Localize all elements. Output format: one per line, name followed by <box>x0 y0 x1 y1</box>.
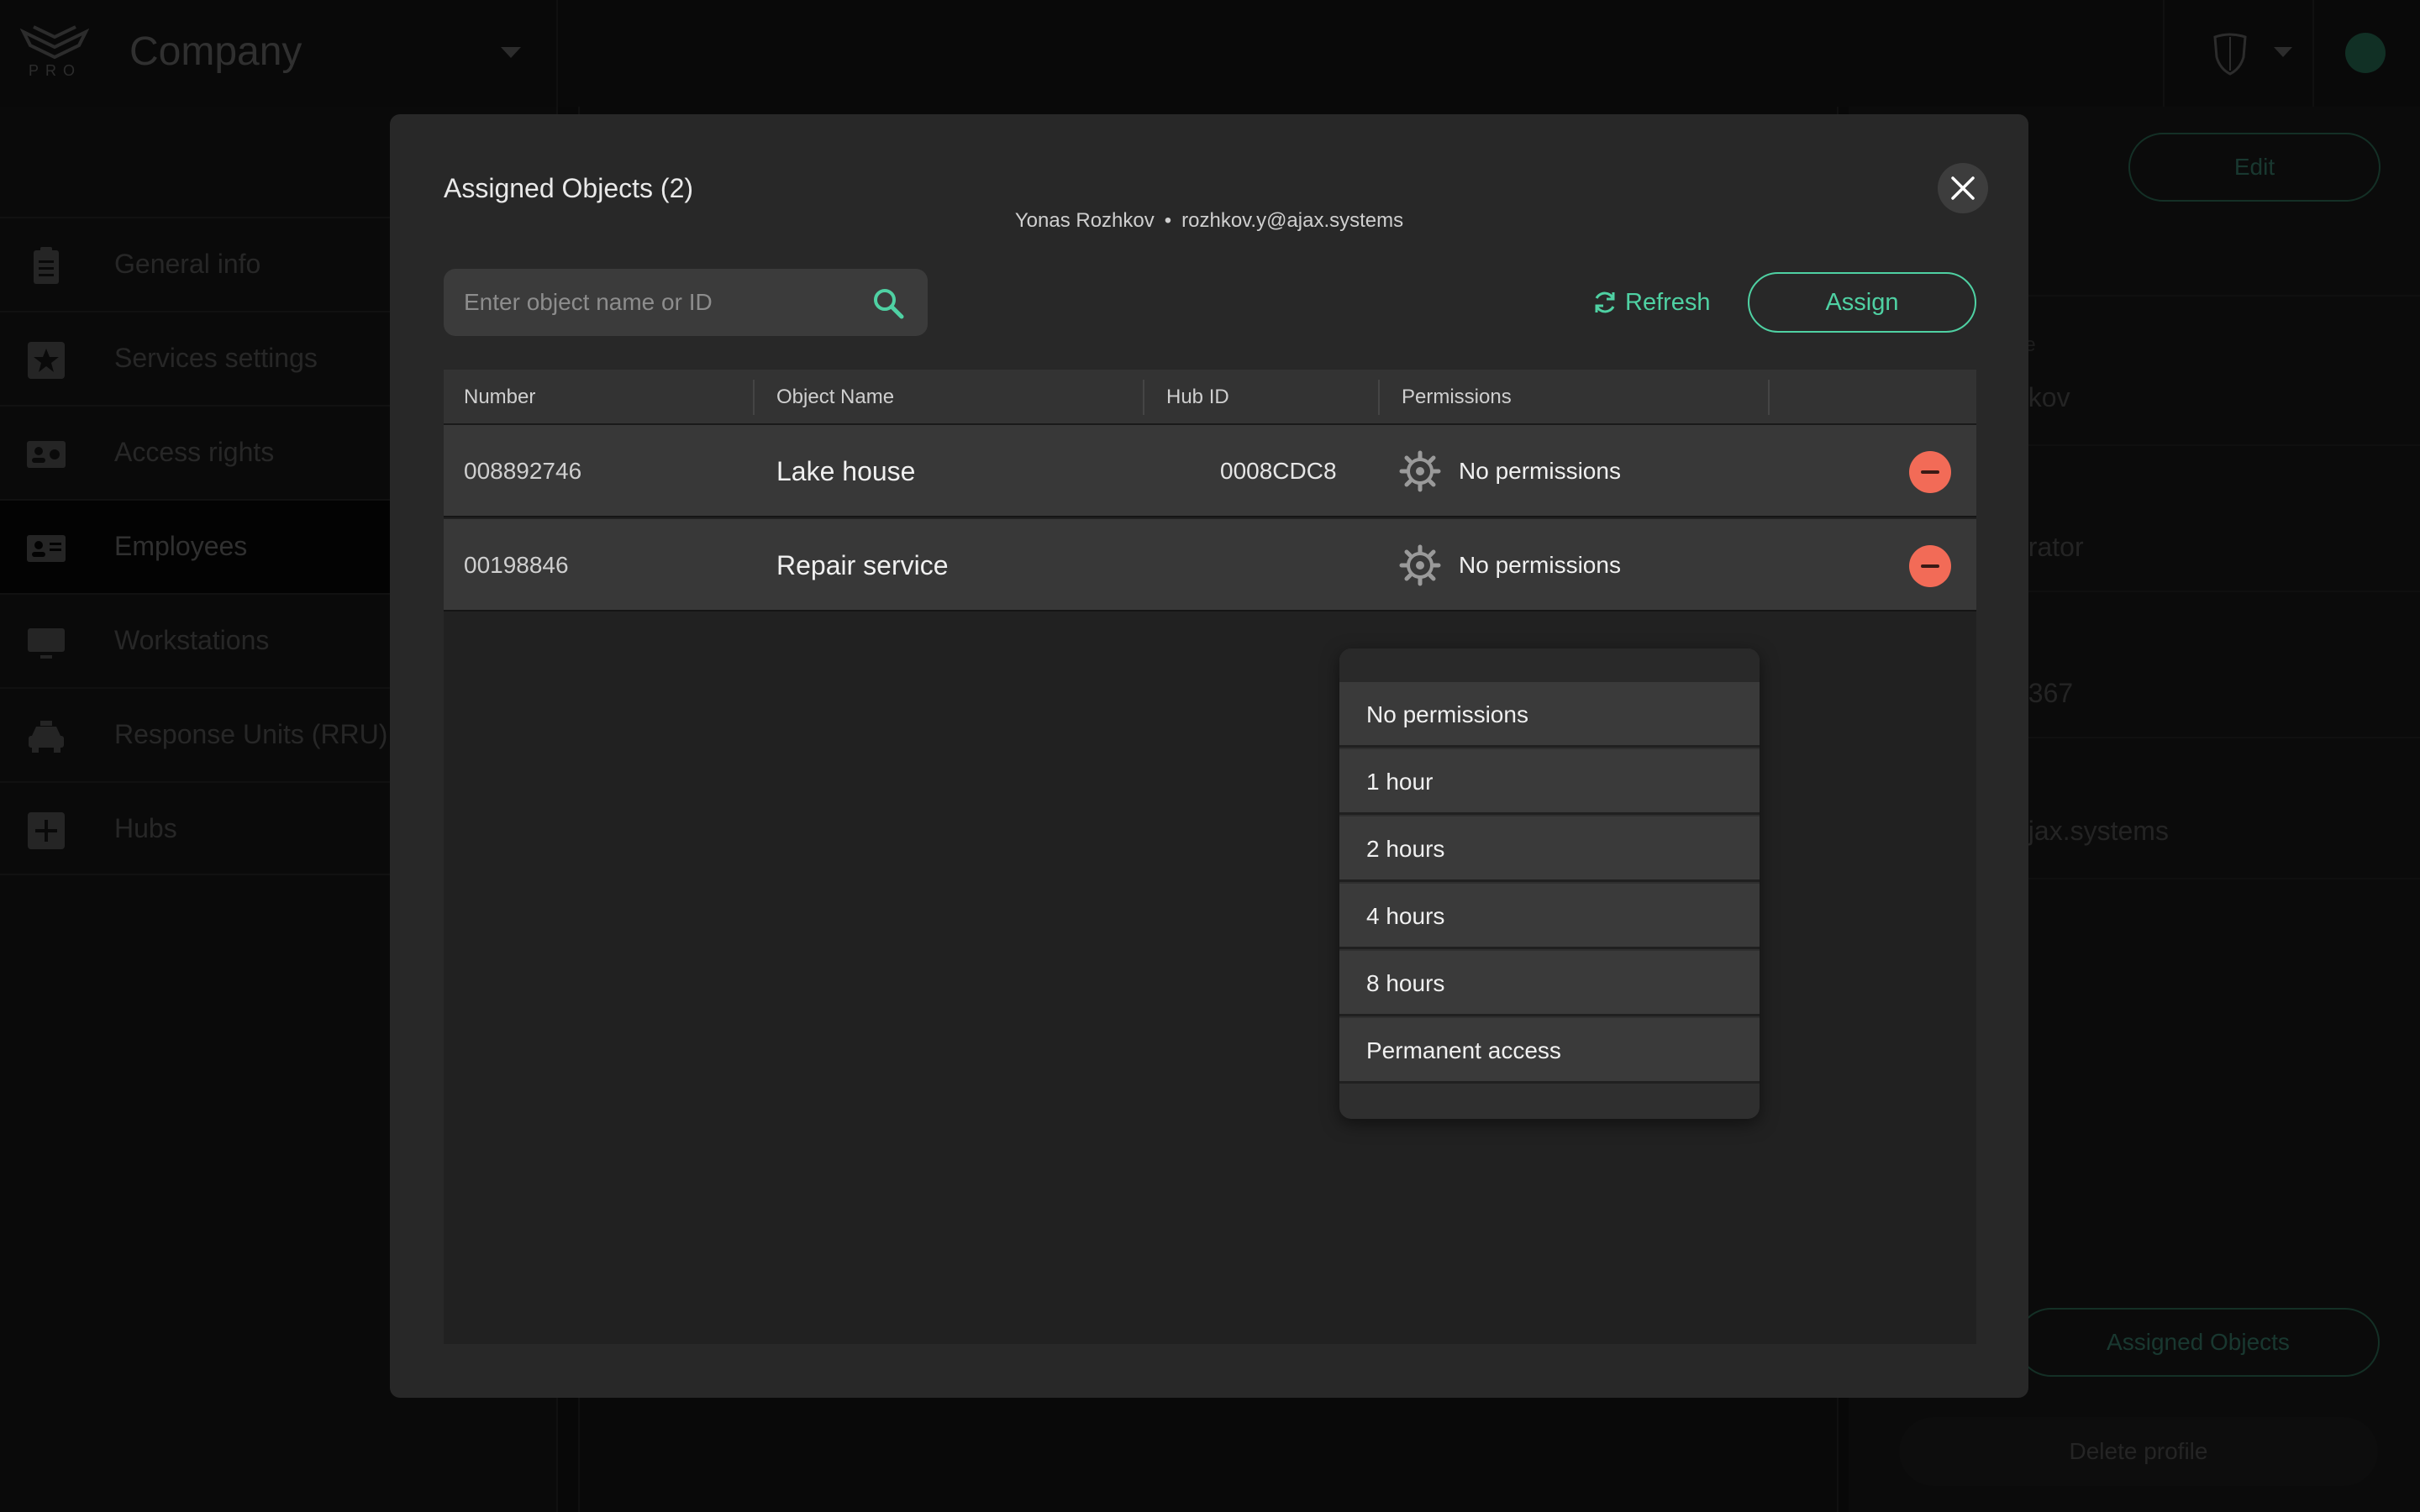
search-icon[interactable] <box>871 286 906 321</box>
gear-icon <box>1399 450 1441 492</box>
refresh-label: Refresh <box>1625 288 1711 316</box>
table-row[interactable]: 008892746 Lake house 0008CDC8 No permiss… <box>444 425 1976 517</box>
user-name: Yonas Rozhkov <box>1014 209 1155 232</box>
option-2-hours[interactable]: 2 hours <box>1339 816 1760 882</box>
permissions-selector[interactable]: No permissions <box>1398 449 1621 493</box>
permissions-selector[interactable]: No permissions <box>1398 543 1621 587</box>
assigned-objects-modal: Assigned Objects (2) Yonas Rozhkov • rozhk… <box>390 114 2028 1398</box>
option-permanent-access[interactable]: Permanent access <box>1339 1018 1760 1084</box>
column-header-number[interactable]: Number <box>464 370 535 425</box>
refresh-button[interactable]: Refresh <box>1591 282 1711 323</box>
user-email: rozhkov.y@ajax.systems <box>1181 209 1404 232</box>
column-header-object-name[interactable]: Object Name <box>776 370 894 425</box>
gear-icon <box>1399 544 1441 586</box>
option-8-hours[interactable]: 8 hours <box>1339 951 1760 1016</box>
option-4-hours[interactable]: 4 hours <box>1339 884 1760 949</box>
column-header-permissions[interactable]: Permissions <box>1402 370 1512 425</box>
column-divider <box>1143 380 1144 415</box>
column-divider <box>1768 380 1770 415</box>
object-number: 00198846 <box>464 552 569 578</box>
table-header: Number Object Name Hub ID Permissions <box>444 370 1976 425</box>
search-box <box>444 269 928 336</box>
permissions-dropdown: No permissions 1 hour 2 hours 4 hours 8 … <box>1339 648 1760 1119</box>
dropdown-header <box>1339 648 1760 682</box>
remove-object-button[interactable] <box>1909 545 1951 587</box>
modal-subtitle: Yonas Rozhkov • rozhkov.y@ajax.systems <box>390 209 2028 233</box>
table-row[interactable]: 00198846 Repair service No permissions <box>444 519 1976 612</box>
hub-id: 0008CDC8 <box>1220 458 1337 484</box>
object-name: Repair service <box>776 550 949 580</box>
option-1-hour[interactable]: 1 hour <box>1339 749 1760 815</box>
modal-title: Assigned Objects (2) <box>444 173 694 203</box>
separator: • <box>1164 209 1172 232</box>
option-no-permissions[interactable]: No permissions <box>1339 682 1760 748</box>
assign-button[interactable]: Assign <box>1748 272 1976 333</box>
column-divider <box>1378 380 1380 415</box>
close-button[interactable] <box>1938 163 1988 213</box>
object-name: Lake house <box>776 456 916 486</box>
remove-object-button[interactable] <box>1909 451 1951 493</box>
close-icon <box>1951 176 1975 200</box>
refresh-icon <box>1595 291 1615 313</box>
permission-value: No permissions <box>1459 552 1621 578</box>
object-number: 008892746 <box>464 458 582 484</box>
column-divider <box>753 380 755 415</box>
permission-value: No permissions <box>1459 458 1621 484</box>
search-input[interactable] <box>444 269 864 336</box>
column-header-hub-id[interactable]: Hub ID <box>1166 370 1229 425</box>
